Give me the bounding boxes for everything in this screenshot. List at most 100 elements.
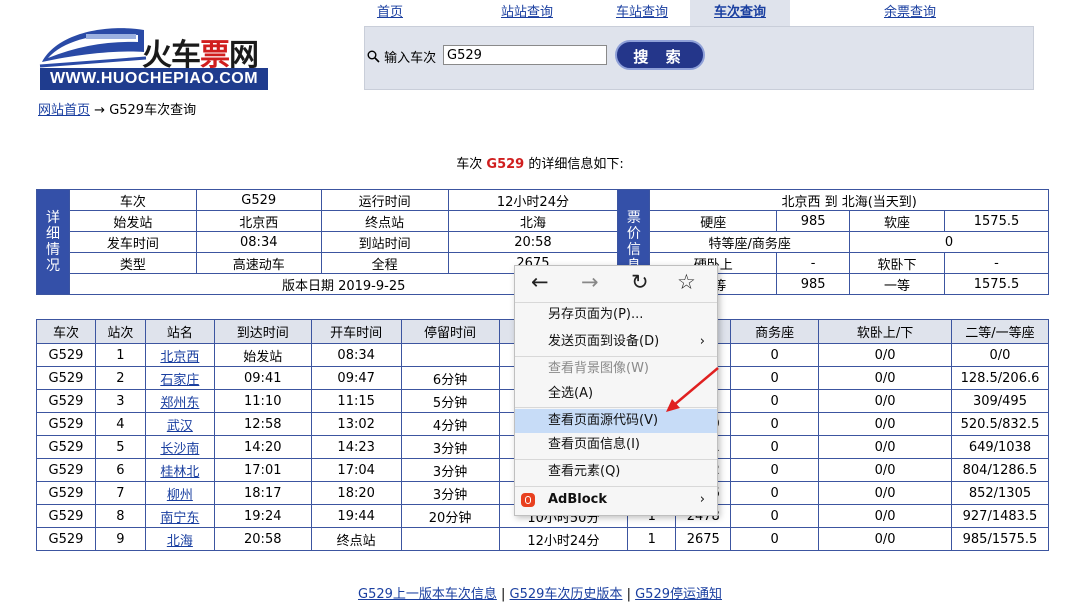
stop-cell: 17:01 — [213, 458, 312, 482]
price-value: 985 — [776, 273, 851, 295]
stop-row: G529 9 北海 20:58 终点站 12小时24分 1 2675 0 0/0 985/1575.… — [36, 527, 1050, 551]
breadcrumb-home-link[interactable]: 网站首页 — [38, 103, 90, 118]
tab-station-query[interactable]: 车站查询 — [600, 0, 684, 26]
info-value: 高速动车 — [195, 252, 322, 274]
stop-cell — [400, 343, 500, 367]
detail-side-label: 详细情况 — [36, 189, 70, 295]
tab-home[interactable]: 首页 — [364, 0, 416, 26]
breadcrumb: 网站首页 → G529车次查询 — [38, 99, 196, 118]
submenu-arrow-icon: › — [699, 334, 705, 349]
menu-save-page-as[interactable]: 另存页面为(P)... — [515, 303, 717, 327]
info-label: 终点站 — [320, 210, 449, 232]
stop-cell: 17:04 — [310, 458, 402, 482]
stop-cell: 0/0 — [818, 412, 952, 436]
stop-cell: 09:41 — [213, 366, 312, 390]
stop-cell: 0 — [730, 435, 820, 459]
stop-cell: 20:58 — [213, 527, 312, 551]
caption-train-number: G529 — [486, 157, 525, 172]
price-value: - — [944, 252, 1049, 274]
logo-url: WWW.HUOCHEPIAO.COM — [40, 68, 268, 90]
price-label: 软卧下 — [849, 252, 945, 274]
stop-cell: 804/1286.5 — [950, 458, 1050, 482]
prev-version-link[interactable]: G529上一版本车次信息 — [358, 587, 497, 602]
bookmark-star-icon[interactable]: ☆ — [677, 270, 696, 294]
back-icon[interactable]: ← — [531, 270, 549, 294]
stop-cell: 08:34 — [310, 343, 402, 367]
stop-cell — [400, 527, 500, 551]
stop-cell: 852/1305 — [950, 481, 1050, 505]
stop-cell: 8 — [94, 504, 146, 528]
tab-train-query[interactable]: 车次查询 — [690, 0, 790, 26]
stop-cell: 桂林北 — [144, 458, 215, 482]
stop-cell: 0/0 — [818, 343, 952, 367]
menu-view-page-info[interactable]: 查看页面信息(I) — [515, 433, 717, 457]
stop-cell: 终点站 — [310, 527, 402, 551]
adblock-icon — [521, 493, 535, 507]
info-value: 北海 — [447, 210, 619, 232]
history-versions-link[interactable]: G529车次历史版本 — [510, 587, 623, 602]
stop-cell: 649/1038 — [950, 435, 1050, 459]
price-value: 1575.5 — [944, 210, 1049, 232]
stop-cell: 0 — [730, 481, 820, 505]
stop-cell: 0/0 — [818, 481, 952, 505]
station-link[interactable]: 桂林北 — [160, 465, 199, 480]
search-button[interactable]: 搜 索 — [615, 40, 705, 70]
price-value: 985 — [776, 210, 851, 232]
stop-cell: 19:44 — [310, 504, 402, 528]
reload-icon[interactable]: ↻ — [631, 270, 649, 294]
stop-cell: 南宁东 — [144, 504, 215, 528]
price-label: 硬座 — [649, 210, 778, 232]
menu-adblock[interactable]: AdBlock › — [515, 488, 717, 512]
stop-cell: 309/495 — [950, 389, 1050, 413]
column-header: 站名 — [144, 319, 215, 344]
stop-cell: 长沙南 — [144, 435, 215, 459]
stop-cell: 0 — [730, 343, 820, 367]
station-link[interactable]: 北海 — [167, 534, 193, 549]
stop-cell: 石家庄 — [144, 366, 215, 390]
station-link[interactable]: 石家庄 — [160, 373, 199, 388]
stop-cell: 0 — [730, 389, 820, 413]
column-header: 车次 — [36, 319, 96, 344]
stop-cell: G529 — [36, 366, 96, 390]
station-link[interactable]: 武汉 — [167, 419, 193, 434]
footer-separator: | — [496, 587, 510, 602]
stop-cell: 12小时24分 — [498, 527, 629, 551]
info-label: 全程 — [320, 252, 449, 274]
tab-ticket-query[interactable]: 余票查询 — [820, 0, 1000, 26]
top-nav: 首页 站站查询 车站查询 车次查询 余票查询 — [364, 0, 1034, 26]
stop-cell: 6分钟 — [400, 366, 500, 390]
submenu-arrow-icon: › — [699, 492, 705, 507]
info-label: 车次 — [68, 189, 197, 211]
train-number-input[interactable] — [443, 45, 607, 65]
info-label: 运行时间 — [320, 189, 449, 211]
stop-cell: 3 — [94, 389, 146, 413]
menu-send-page-to-device[interactable]: 发送页面到设备(D) › — [515, 330, 717, 354]
menu-inspect-element[interactable]: 查看元素(Q) — [515, 460, 717, 484]
stop-cell: 927/1483.5 — [950, 504, 1050, 528]
breadcrumb-current: G529车次查询 — [109, 103, 197, 118]
stop-cell: 13:02 — [310, 412, 402, 436]
stop-cell: 0 — [730, 458, 820, 482]
station-link[interactable]: 北京西 — [160, 350, 199, 365]
site-logo[interactable]: 火车票网 WWW.HUOCHEPIAO.COM — [38, 18, 270, 90]
stop-cell: G529 — [36, 504, 96, 528]
stop-cell: 7 — [94, 481, 146, 505]
station-link[interactable]: 南宁东 — [160, 511, 199, 526]
stop-cell: 2 — [94, 366, 146, 390]
stop-cell: 19:24 — [213, 504, 312, 528]
annotation-arrow-icon — [666, 367, 719, 412]
suspension-notice-link[interactable]: G529停运通知 — [635, 587, 722, 602]
search-panel: 输入车次 搜 索 — [364, 26, 1034, 90]
station-link[interactable]: 郑州东 — [160, 396, 199, 411]
forward-icon[interactable]: → — [581, 270, 599, 294]
stop-cell: 09:47 — [310, 366, 402, 390]
stop-cell: 11:15 — [310, 389, 402, 413]
info-label: 发车时间 — [68, 231, 197, 253]
stop-cell: 3分钟 — [400, 481, 500, 505]
station-link[interactable]: 柳州 — [167, 488, 193, 503]
stop-cell: 5 — [94, 435, 146, 459]
breadcrumb-separator: → — [90, 103, 110, 118]
stop-cell: 14:23 — [310, 435, 402, 459]
info-value: 12小时24分 — [447, 189, 619, 211]
station-link[interactable]: 长沙南 — [160, 442, 199, 457]
